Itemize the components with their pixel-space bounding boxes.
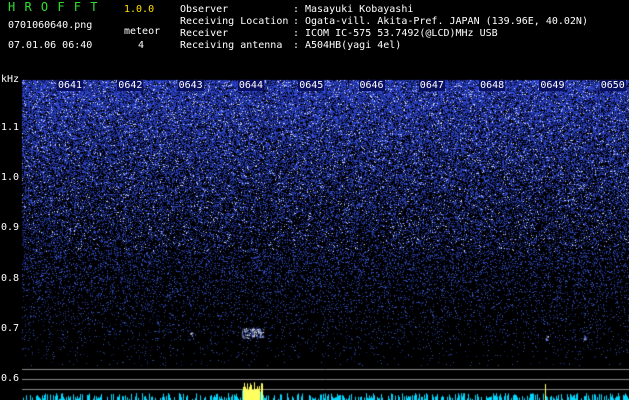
info-separator: : bbox=[293, 16, 300, 27]
time-tick-label: 0644 bbox=[237, 80, 264, 91]
info-label: Observer bbox=[180, 4, 229, 15]
time-tick-label: 0645 bbox=[298, 80, 325, 91]
time-tick-label: 0642 bbox=[117, 80, 144, 91]
datetime-label: 07.01.06 06:40 bbox=[8, 40, 93, 51]
info-label: Receiving antenna bbox=[180, 40, 283, 51]
time-tick-label: 0647 bbox=[418, 80, 445, 91]
filename-label: 0701060640.png bbox=[8, 20, 93, 31]
info-value: Masayuki Kobayashi bbox=[305, 4, 414, 15]
info-value: Ogata-vill. Akita-Pref. JAPAN (139.96E, … bbox=[305, 16, 588, 27]
info-label: Receiving Location bbox=[180, 16, 289, 27]
info-separator: : bbox=[293, 28, 300, 39]
time-tick-label: 0641 bbox=[57, 80, 84, 91]
y-tick-label: 0.6 bbox=[1, 373, 20, 384]
y-tick-label: 1.1 bbox=[1, 122, 20, 133]
hrofft-window: H R O F F T 1.0.0 0701060640.png meteor … bbox=[0, 0, 629, 400]
y-tick-label: 0.7 bbox=[1, 323, 20, 334]
time-tick-label: 0649 bbox=[539, 80, 566, 91]
time-tick-label: 0648 bbox=[479, 80, 506, 91]
time-tick-label: 0643 bbox=[177, 80, 204, 91]
app-title: H R O F F T bbox=[8, 0, 99, 14]
time-tick-label: 0650 bbox=[599, 80, 626, 91]
spectrogram-canvas bbox=[0, 0, 629, 400]
info-value: A504HB(yagi 4el) bbox=[305, 40, 402, 51]
app-version: 1.0.0 bbox=[124, 4, 155, 15]
meteor-count: 4 bbox=[138, 40, 145, 51]
y-tick-label: 0.9 bbox=[1, 222, 20, 233]
time-tick-label: 0646 bbox=[358, 80, 385, 91]
info-separator: : bbox=[293, 40, 300, 51]
y-axis-unit: kHz bbox=[1, 74, 20, 85]
y-tick-label: 0.8 bbox=[1, 273, 20, 284]
meteor-label: meteor bbox=[124, 26, 161, 37]
info-label: Receiver bbox=[180, 28, 229, 39]
info-separator: : bbox=[293, 4, 300, 15]
y-tick-label: 1.0 bbox=[1, 172, 20, 183]
info-value: ICOM IC-575 53.7492(@LCD)MHz USB bbox=[305, 28, 498, 39]
